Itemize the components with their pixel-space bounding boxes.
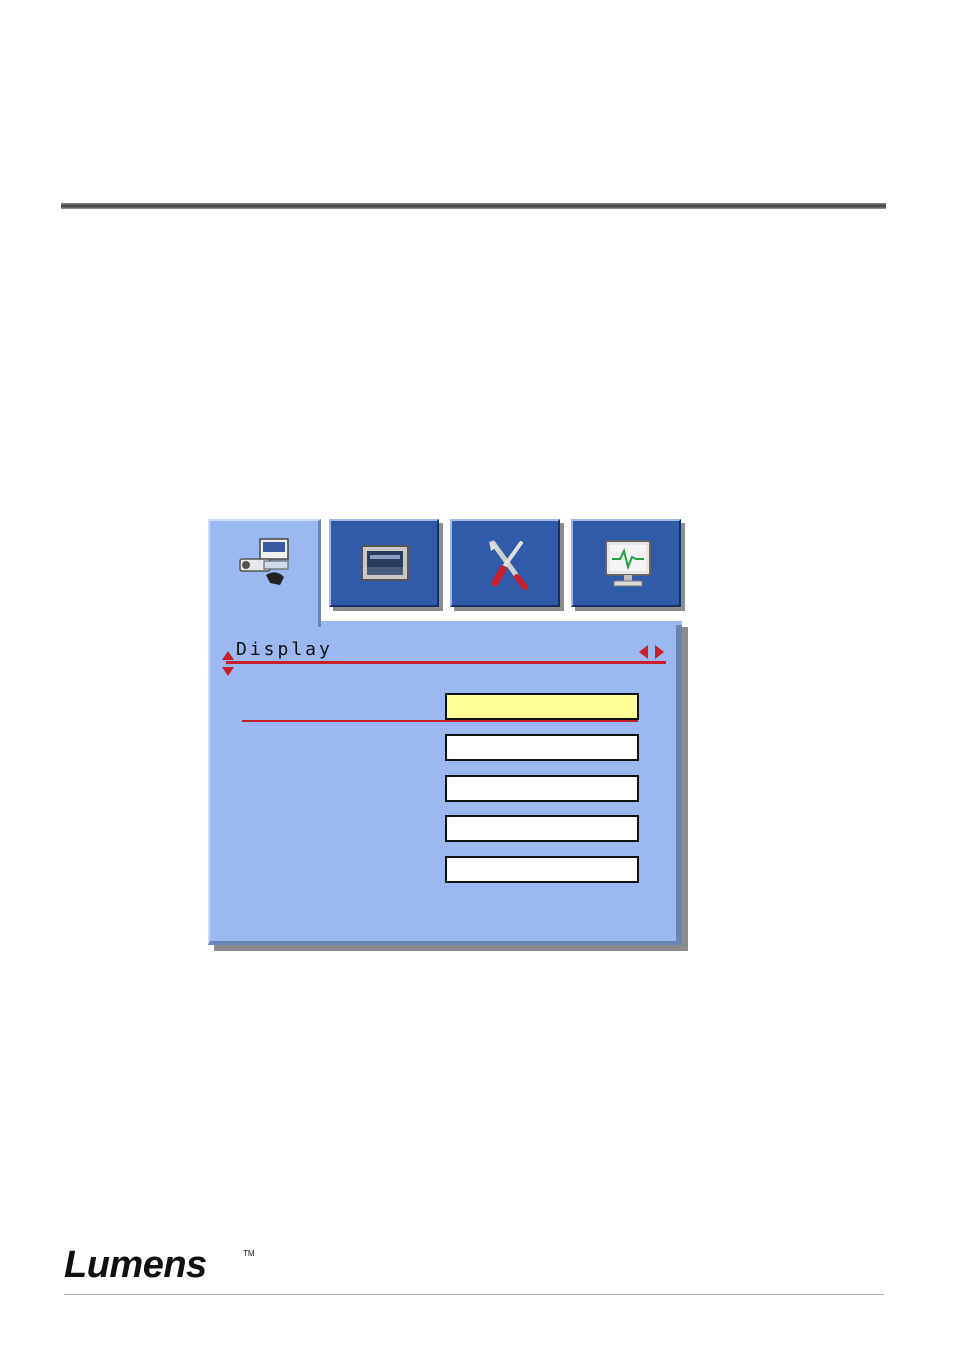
header-rule <box>61 203 886 209</box>
display-screen-icon <box>361 545 409 581</box>
scroll-down-arrow-icon <box>222 667 234 676</box>
tab-tools[interactable] <box>450 519 560 607</box>
camera-projector-icon <box>239 538 289 585</box>
tools-icon <box>489 540 528 590</box>
page-right-arrow-icon[interactable] <box>655 645 664 659</box>
tab-monitor[interactable] <box>571 519 681 607</box>
scroll-up-arrow-icon <box>222 651 234 660</box>
title-divider <box>226 661 666 664</box>
option-field-1[interactable] <box>445 693 639 720</box>
panel-top-edge <box>321 621 682 625</box>
footer-rule <box>64 1294 884 1295</box>
osd-menu: Display <box>206 517 690 959</box>
monitor-signal-icon <box>605 540 651 587</box>
option-field-4[interactable] <box>445 815 639 842</box>
page-left-arrow-icon[interactable] <box>639 645 648 659</box>
brand-logo: Lumens <box>64 1244 207 1286</box>
selection-underline <box>242 720 638 722</box>
tab-camera[interactable] <box>208 519 321 627</box>
trademark-mark: TM <box>243 1249 255 1258</box>
option-field-2[interactable] <box>445 734 639 761</box>
option-field-5[interactable] <box>445 856 639 883</box>
tab-image[interactable] <box>329 519 439 607</box>
section-title: Display <box>236 639 333 660</box>
option-field-3[interactable] <box>445 775 639 802</box>
